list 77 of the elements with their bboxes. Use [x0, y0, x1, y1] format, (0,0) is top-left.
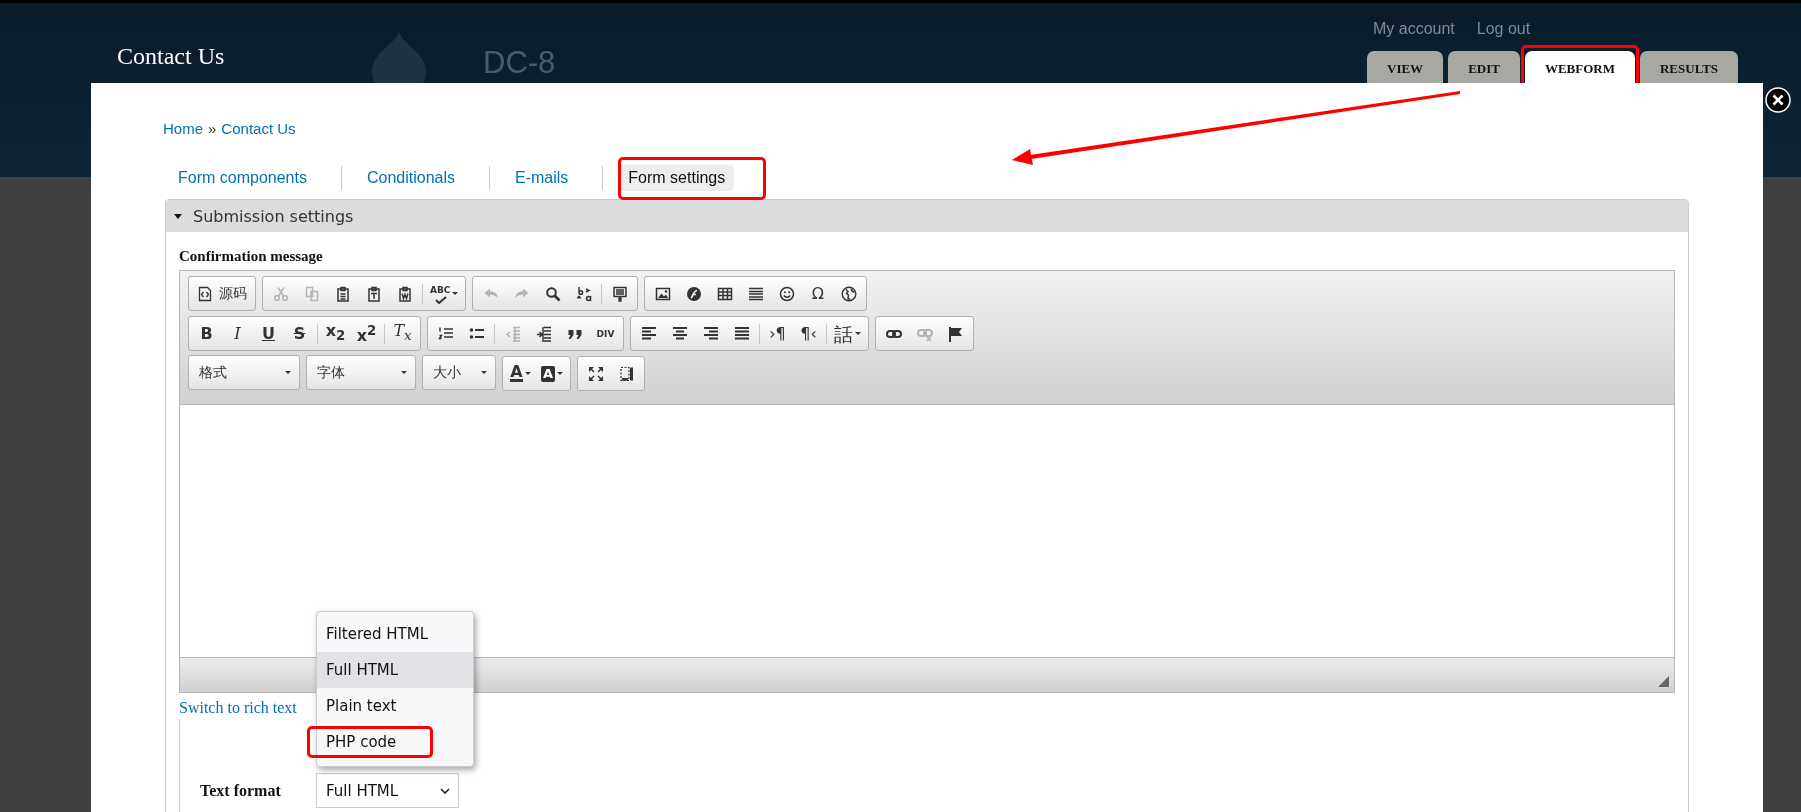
close-icon[interactable]	[1765, 87, 1791, 113]
replace-icon	[575, 285, 592, 302]
text-color-button[interactable]: A	[505, 358, 536, 389]
show-blocks-icon	[618, 365, 635, 382]
clipboard-icon	[396, 285, 413, 302]
image-icon	[654, 285, 671, 302]
document-icon	[611, 285, 628, 302]
search-icon	[544, 285, 561, 302]
align-right-icon	[702, 325, 719, 342]
site-title: Contact Us	[117, 43, 225, 70]
italic-button[interactable]: T$_{x}$	[387, 318, 418, 349]
toolbar-dropdown[interactable]: 格式	[188, 355, 300, 390]
caret-icon	[557, 372, 564, 375]
clipboard-icon	[334, 285, 351, 302]
dropdown-option[interactable]: Plain text	[317, 688, 473, 724]
globe-icon	[840, 285, 857, 302]
caret-icon	[524, 372, 531, 375]
strikethrough-button[interactable]: S	[284, 318, 315, 349]
site-name: DC-8	[483, 45, 556, 81]
breadcrumb-separator: »	[208, 120, 217, 138]
smiley-icon	[778, 285, 795, 302]
subtab[interactable]: Form settings	[619, 165, 735, 191]
div-button[interactable]: DIV	[590, 318, 621, 349]
fieldset-legend[interactable]: Submission settings	[166, 200, 1688, 232]
bullet-list-icon	[468, 325, 485, 342]
underline-button[interactable]: U	[253, 318, 284, 349]
user-link[interactable]: Log out	[1476, 20, 1531, 38]
text-format-select[interactable]: Full HTML	[316, 773, 459, 808]
bold-button[interactable]: x$_{2}$	[320, 318, 351, 349]
caret-icon	[401, 371, 407, 374]
dropdown-option[interactable]: PHP code	[317, 724, 473, 760]
scissors-icon	[272, 285, 289, 302]
subtab[interactable]: Form components	[169, 165, 316, 191]
outdent-icon	[504, 325, 521, 342]
resize-handle-icon[interactable]	[1658, 676, 1669, 687]
caret-icon	[855, 332, 861, 335]
indent-icon	[535, 325, 552, 342]
check-icon	[435, 295, 447, 304]
copy-icon	[303, 285, 320, 302]
bold-button[interactable]: B	[191, 318, 222, 349]
subtab[interactable]: E-mails	[506, 165, 578, 191]
table-icon	[716, 285, 733, 302]
text-format-label: Text format	[200, 781, 282, 800]
chevron-down-icon	[440, 787, 450, 794]
glyph-button[interactable]: ›¶	[762, 318, 793, 349]
breadcrumb-link[interactable]: Home	[163, 120, 203, 138]
flash-icon	[685, 285, 702, 302]
glyph-button[interactable]: Ω	[802, 278, 834, 309]
caret-icon	[452, 292, 459, 295]
user-link[interactable]: My account	[1373, 20, 1455, 38]
caret-icon	[481, 371, 487, 374]
field-label: Confirmation message	[179, 247, 324, 265]
source-button[interactable]: 源码	[191, 278, 253, 309]
dropdown-option[interactable]: Filtered HTML	[317, 616, 473, 652]
maximize-icon	[587, 365, 604, 382]
switch-editor-link[interactable]: Switch to rich text	[179, 699, 297, 717]
numbered-list-icon	[437, 325, 454, 342]
dropdown-option[interactable]: Full HTML	[317, 652, 473, 688]
breadcrumb-link[interactable]: Contact Us	[221, 120, 296, 138]
align-center-icon	[671, 325, 688, 342]
background-color-button[interactable]: A	[536, 358, 569, 389]
horizontal-rule-icon	[747, 285, 764, 302]
source-icon	[197, 285, 213, 302]
caret-icon	[285, 371, 291, 374]
align-left-icon	[640, 325, 657, 342]
toolbar-dropdown[interactable]: 字体	[306, 355, 416, 390]
italic-button[interactable]: I	[222, 318, 253, 349]
justify-icon	[733, 325, 750, 342]
language-button[interactable]: 話	[829, 318, 866, 349]
subtab[interactable]: Conditionals	[357, 165, 464, 191]
toolbar-dropdown[interactable]: 大小	[422, 355, 496, 390]
glyph-button[interactable]: ¶‹	[793, 318, 824, 349]
clipboard-icon	[365, 285, 382, 302]
spellcheck-button[interactable]: ABC	[425, 278, 464, 309]
flag-icon	[947, 325, 964, 342]
legend-text: Submission settings	[193, 206, 354, 226]
bold-button[interactable]: x$^{2}$	[351, 318, 382, 349]
